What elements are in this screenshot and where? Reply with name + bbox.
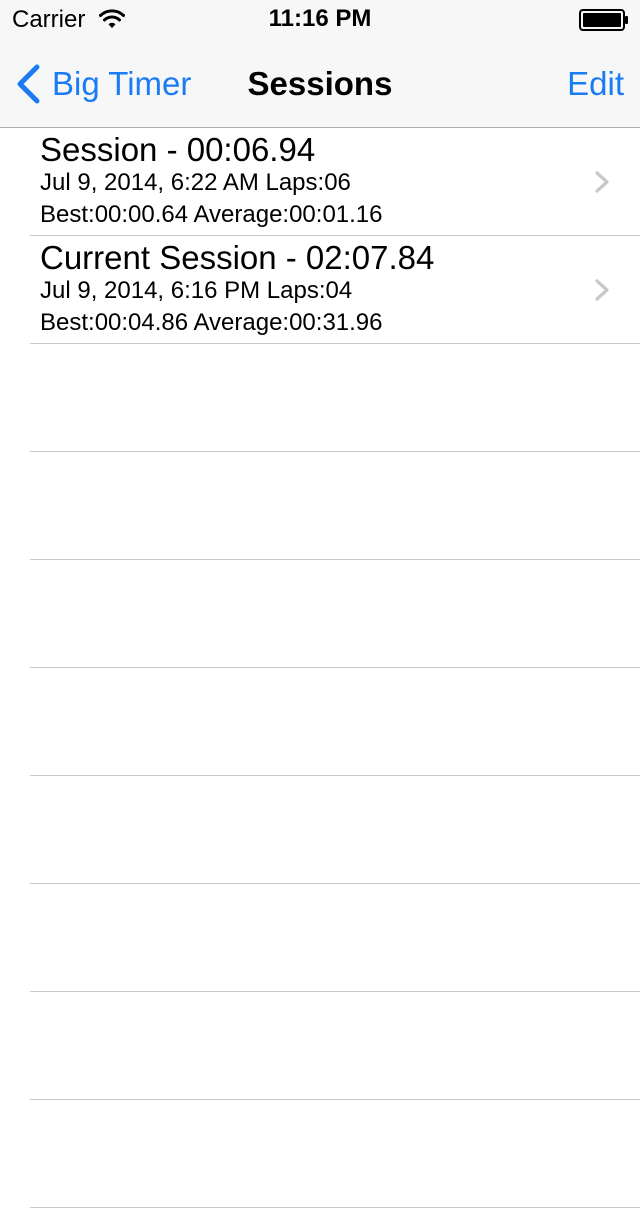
battery-icon bbox=[579, 9, 628, 31]
empty-row bbox=[0, 992, 640, 1100]
empty-row bbox=[0, 668, 640, 776]
empty-row bbox=[0, 560, 640, 668]
top-bar: Carrier 11:16 PM Big Timer Sessions Edit bbox=[0, 0, 640, 128]
edit-button[interactable]: Edit bbox=[567, 62, 624, 106]
empty-row bbox=[0, 884, 640, 992]
status-time: 11:16 PM bbox=[268, 5, 372, 32]
chevron-left-icon bbox=[17, 64, 40, 104]
session-row[interactable]: Session - 00:06.94 Jul 9, 2014, 6:22 AM … bbox=[0, 128, 640, 236]
chevron-right-icon bbox=[595, 279, 609, 301]
session-date-laps: Jul 9, 2014, 6:22 AM Laps:06 bbox=[40, 169, 351, 196]
chevron-right-icon bbox=[595, 171, 609, 193]
sessions-table: Session - 00:06.94 Jul 9, 2014, 6:22 AM … bbox=[0, 128, 640, 1208]
empty-row bbox=[0, 452, 640, 560]
session-title: Current Session - 02:07.84 bbox=[40, 239, 435, 276]
back-button[interactable]: Big Timer bbox=[14, 62, 191, 106]
empty-row bbox=[0, 344, 640, 452]
session-date-laps: Jul 9, 2014, 6:16 PM Laps:04 bbox=[40, 277, 353, 304]
navigation-bar: Big Timer Sessions Edit bbox=[0, 40, 640, 128]
empty-row bbox=[0, 776, 640, 884]
back-button-label: Big Timer bbox=[52, 65, 192, 102]
session-stats: Best:00:00.64 Average:00:01.16 bbox=[40, 201, 383, 228]
session-title: Session - 00:06.94 bbox=[40, 131, 316, 168]
empty-row bbox=[0, 1100, 640, 1208]
session-stats: Best:00:04.86 Average:00:31.96 bbox=[40, 309, 383, 336]
status-bar: Carrier 11:16 PM bbox=[0, 0, 640, 40]
session-row[interactable]: Current Session - 02:07.84 Jul 9, 2014, … bbox=[0, 236, 640, 344]
